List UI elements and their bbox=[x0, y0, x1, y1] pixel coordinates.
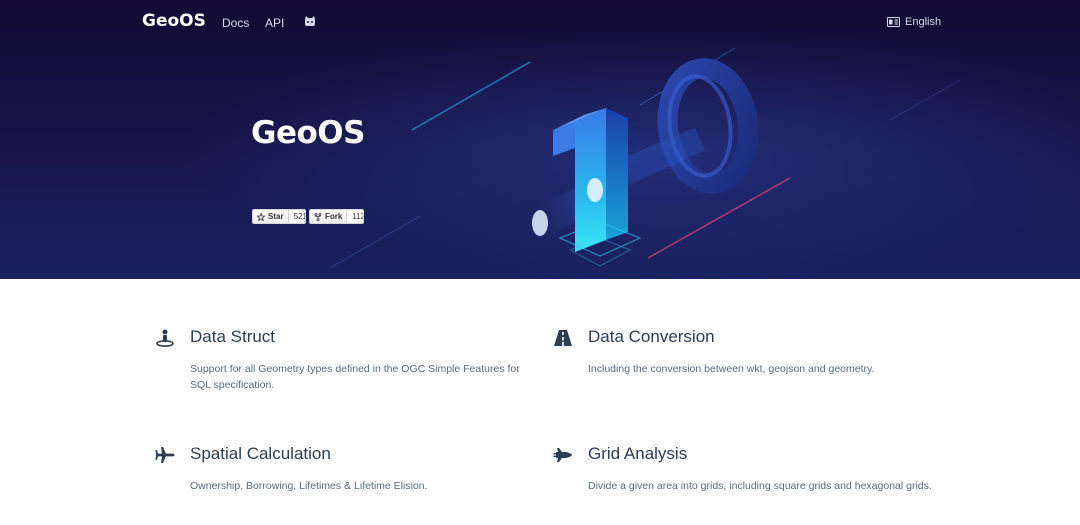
nav-link-docs[interactable]: Docs bbox=[222, 16, 249, 30]
feature-description: Ownership, Borrowing, Lifetimes & Lifeti… bbox=[190, 480, 428, 492]
nav-link-api[interactable]: API bbox=[265, 16, 284, 30]
star-count[interactable]: 521 bbox=[287, 210, 305, 223]
fork-count[interactable]: 112 bbox=[346, 210, 363, 223]
github-fork-badge[interactable]: Fork 112 bbox=[309, 209, 364, 224]
top-navbar: GeoOS Docs API English bbox=[0, 0, 1080, 46]
language-selector[interactable]: English bbox=[887, 16, 941, 28]
feature-description: Including the conversion between wkt, ge… bbox=[588, 363, 875, 375]
star-label: Star bbox=[268, 212, 284, 221]
feature-title: Grid Analysis bbox=[588, 444, 688, 463]
space-shuttle-icon bbox=[553, 448, 572, 462]
fork-label: Fork bbox=[325, 212, 343, 221]
person-pin-icon bbox=[156, 329, 174, 347]
github-star-badge[interactable]: Star 521 bbox=[252, 209, 306, 224]
feature-description: Divide a given area into grids, includin… bbox=[588, 480, 932, 492]
plane-icon bbox=[155, 447, 175, 463]
language-label: English bbox=[905, 16, 942, 28]
feature-title: Data Conversion bbox=[588, 327, 715, 346]
road-icon bbox=[554, 330, 572, 346]
feature-title: Data Struct bbox=[190, 327, 276, 346]
hero-banner: GeoOS Docs API English GeoOS Star 521 Fo… bbox=[0, 0, 1080, 279]
feature-description: Support for all Geometry types defined i… bbox=[190, 363, 520, 391]
star-icon bbox=[257, 212, 265, 221]
hero-title: GeoOS bbox=[251, 115, 365, 151]
fork-icon bbox=[314, 212, 322, 221]
brand-logo[interactable]: GeoOS bbox=[142, 11, 206, 31]
github-icon[interactable] bbox=[304, 16, 316, 28]
translate-icon bbox=[887, 17, 900, 27]
feature-title: Spatial Calculation bbox=[190, 444, 331, 463]
